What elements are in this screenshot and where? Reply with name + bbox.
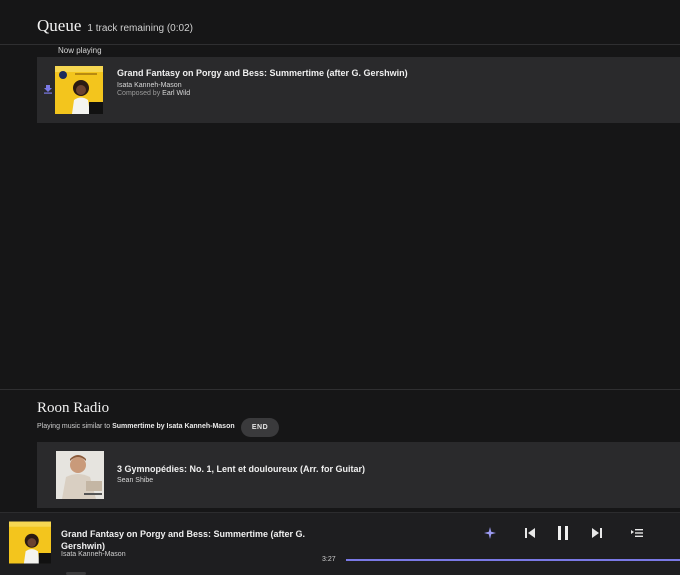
queue-header: Queue 1 track remaining (0:02) [37,16,193,38]
radio-divider [0,389,680,390]
queue-list-icon [631,529,643,537]
radio-desc-prefix: Playing music similar to [37,423,111,430]
radio-description: Playing music similar to Summertime by I… [37,423,235,430]
now-playing-indicator-icon [44,85,52,94]
album-art[interactable] [55,66,103,114]
player-track-artist[interactable]: Isata Kanneh-Mason [61,551,126,558]
skip-next-icon [592,528,602,538]
skip-previous-icon [525,528,535,538]
queue-button[interactable] [629,525,645,541]
radio-desc-subject: Summertime by Isata Kanneh-Mason [112,423,235,430]
composer-name[interactable]: Earl Wild [162,90,190,97]
pause-icon [558,526,568,540]
track-artist[interactable]: Isata Kanneh-Mason [117,82,182,89]
radio-title: Roon Radio [37,400,110,416]
track-artist[interactable]: Sean Shibe [117,477,153,484]
queue-track-row[interactable]: Grand Fantasy on Porgy and Bess: Summert… [37,57,680,123]
player-album-art[interactable] [9,521,51,564]
track-composer: Composed by Earl Wild [117,90,190,97]
track-title[interactable]: 3 Gymnopédies: No. 1, Lent et douloureux… [117,464,365,474]
seek-bar[interactable] [346,559,680,561]
header-divider [0,44,680,45]
next-button[interactable] [589,525,605,541]
radio-track-row[interactable]: 3 Gymnopédies: No. 1, Lent et douloureux… [37,442,680,508]
player-track-title[interactable]: Grand Fantasy on Porgy and Bess: Summert… [61,528,311,552]
elapsed-time: 3:27 [322,556,336,563]
radio-sparkle-button[interactable] [482,525,498,541]
page-title: Queue [37,16,82,35]
sparkle-icon [484,527,496,539]
pause-button[interactable] [555,525,571,541]
album-art[interactable] [56,451,104,499]
composed-by-label: Composed by [117,90,161,97]
player-bar: Grand Fantasy on Porgy and Bess: Summert… [0,512,680,575]
now-playing-label: Now playing [52,46,108,56]
end-radio-button[interactable]: END [241,418,279,437]
track-title[interactable]: Grand Fantasy on Porgy and Bess: Summert… [117,68,408,78]
previous-button[interactable] [522,525,538,541]
queue-remaining-count: 1 track remaining (0:02) [87,23,193,34]
